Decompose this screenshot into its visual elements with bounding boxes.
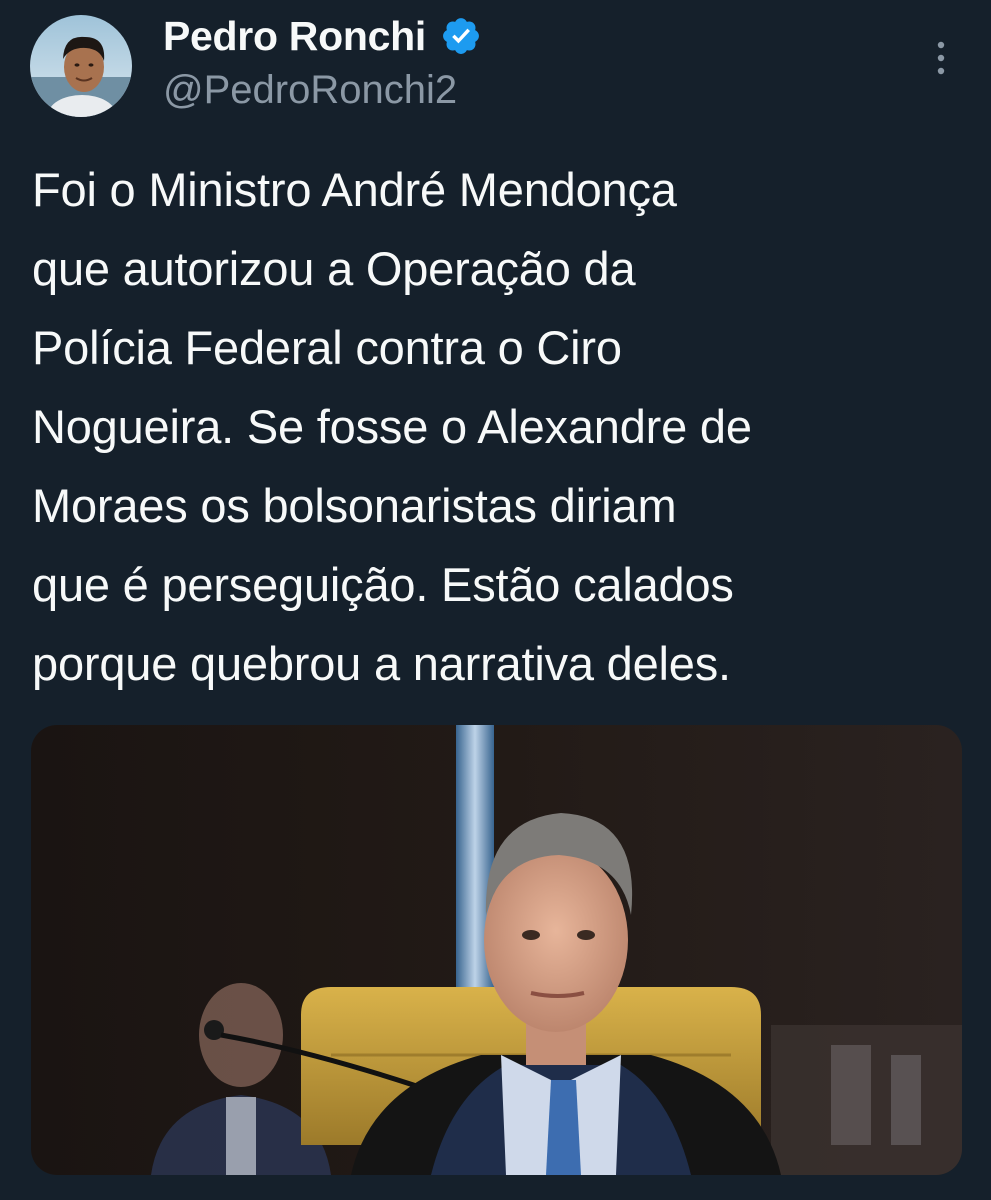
author-display-name[interactable]: Pedro Ronchi <box>163 13 426 60</box>
author-handle[interactable]: @PedroRonchi2 <box>163 68 457 113</box>
tweet-card: Pedro Ronchi @PedroRonchi2 Foi o Ministr… <box>0 0 991 1200</box>
tweet-media-image[interactable] <box>31 725 962 1175</box>
tweet-text: Foi o Ministro André Mendonça que autori… <box>32 163 752 690</box>
author-avatar[interactable] <box>30 15 132 117</box>
verified-badge-icon <box>440 15 482 57</box>
more-options-icon[interactable] <box>928 38 954 78</box>
author-name-row: Pedro Ronchi <box>163 8 482 64</box>
